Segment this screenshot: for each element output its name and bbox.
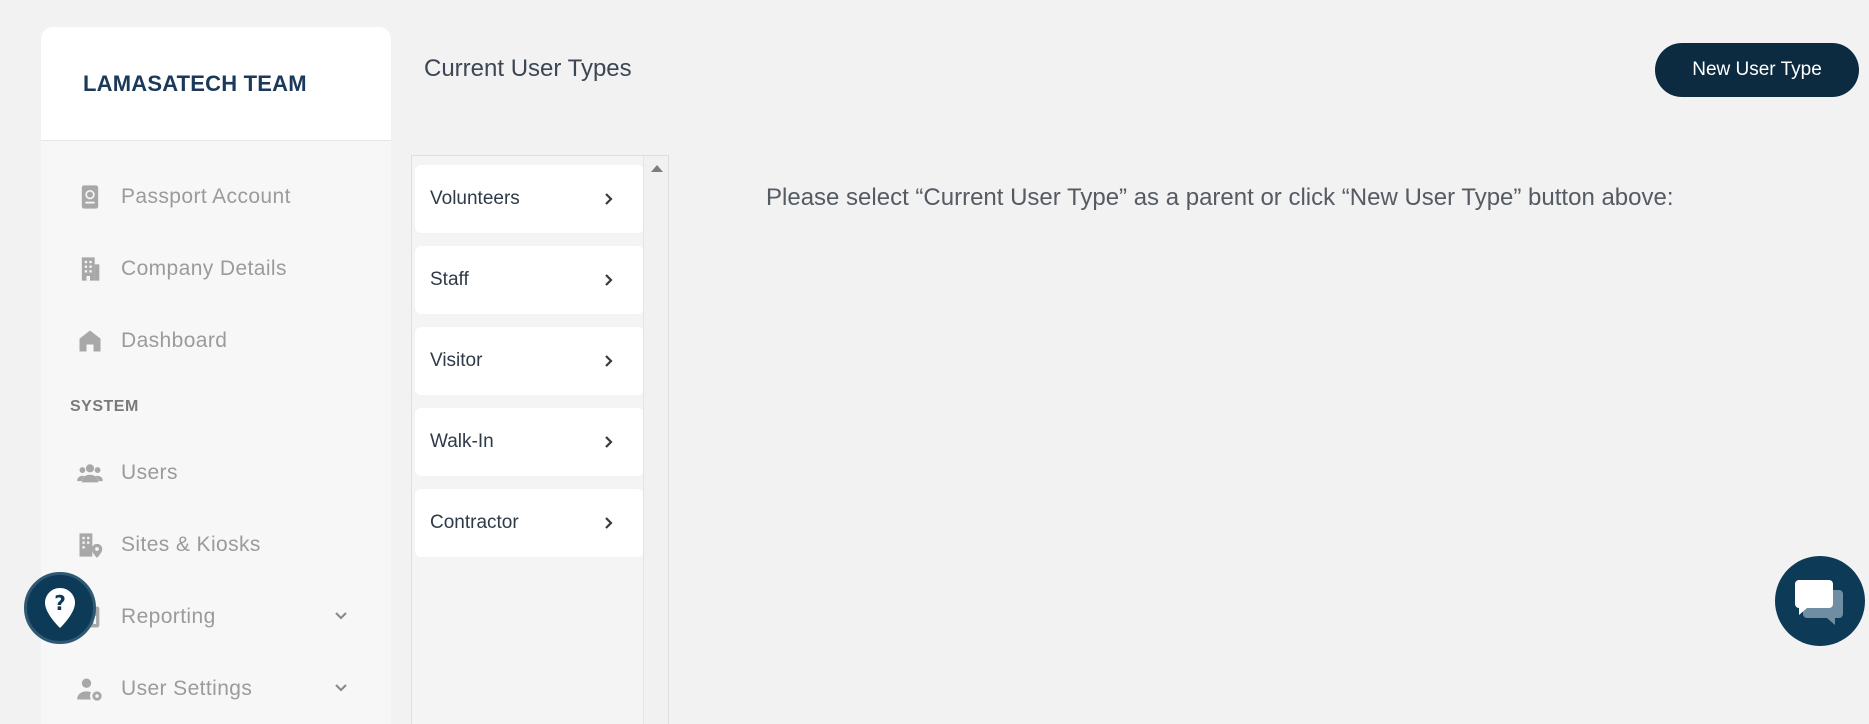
page: LAMASATECH TEAM Passport Account Company… bbox=[0, 0, 1869, 724]
list-item-volunteers[interactable]: Volunteers bbox=[415, 165, 644, 233]
sidebar-nav: Passport Account Company Details Dashboa… bbox=[41, 141, 391, 724]
help-button[interactable]: ? bbox=[24, 572, 96, 644]
sidebar-item-label: Users bbox=[121, 461, 178, 484]
user-type-items: Volunteers Staff Visitor Walk-In Contrac… bbox=[415, 165, 644, 570]
sidebar-header: LAMASATECH TEAM bbox=[41, 27, 391, 141]
list-item-walk-in[interactable]: Walk-In bbox=[415, 408, 644, 476]
chevron-right-icon bbox=[605, 517, 613, 529]
list-scrollbar[interactable] bbox=[643, 156, 668, 724]
svg-text:?: ? bbox=[54, 591, 66, 615]
chat-button[interactable] bbox=[1775, 556, 1865, 646]
chevron-right-icon bbox=[605, 355, 613, 367]
sidebar-item-label: Sites & Kiosks bbox=[121, 533, 261, 556]
sidebar-item-label: User Settings bbox=[121, 677, 253, 700]
chevron-right-icon bbox=[605, 436, 613, 448]
sidebar-item-label: Company Details bbox=[121, 257, 287, 280]
chevron-right-icon bbox=[605, 274, 613, 286]
chat-bubble-icon bbox=[1795, 580, 1843, 625]
sidebar-item-label: Passport Account bbox=[121, 185, 291, 208]
chevron-down-icon[interactable] bbox=[333, 605, 349, 629]
sidebar-item-company-details[interactable]: Company Details bbox=[41, 233, 391, 305]
new-user-type-button[interactable]: New User Type bbox=[1655, 43, 1859, 97]
user-settings-icon bbox=[75, 674, 105, 704]
team-name: LAMASATECH TEAM bbox=[83, 70, 307, 96]
passport-icon bbox=[75, 182, 105, 212]
list-item-label: Volunteers bbox=[430, 188, 520, 209]
list-item-label: Contractor bbox=[430, 512, 519, 533]
instruction-text: Please select “Current User Type” as a p… bbox=[766, 184, 1674, 211]
list-item-contractor[interactable]: Contractor bbox=[415, 489, 644, 557]
site-location-icon bbox=[75, 530, 105, 560]
list-item-label: Walk-In bbox=[430, 431, 494, 452]
sidebar-item-label: Dashboard bbox=[121, 329, 228, 352]
list-item-staff[interactable]: Staff bbox=[415, 246, 644, 314]
sidebar-item-users[interactable]: Users bbox=[41, 437, 391, 509]
page-title: Current User Types bbox=[424, 55, 632, 82]
scroll-up-arrow-icon[interactable] bbox=[651, 165, 663, 172]
users-icon bbox=[75, 458, 105, 488]
chevron-right-icon bbox=[605, 193, 613, 205]
building-icon bbox=[75, 254, 105, 284]
chevron-down-icon[interactable] bbox=[333, 677, 349, 701]
list-item-label: Visitor bbox=[430, 350, 483, 371]
list-item-label: Staff bbox=[430, 269, 469, 290]
list-item-visitor[interactable]: Visitor bbox=[415, 327, 644, 395]
home-icon bbox=[75, 326, 105, 356]
sidebar-item-dashboard[interactable]: Dashboard bbox=[41, 305, 391, 377]
help-location-icon: ? bbox=[45, 588, 75, 628]
sidebar-item-label: Reporting bbox=[121, 605, 216, 628]
section-title-system: SYSTEM bbox=[70, 398, 139, 415]
user-type-list: Volunteers Staff Visitor Walk-In Contrac… bbox=[411, 155, 669, 724]
sidebar-item-user-settings[interactable]: User Settings bbox=[41, 653, 391, 724]
sidebar-item-passport-account[interactable]: Passport Account bbox=[41, 161, 391, 233]
sidebar-item-sites-kiosks[interactable]: Sites & Kiosks bbox=[41, 509, 391, 581]
